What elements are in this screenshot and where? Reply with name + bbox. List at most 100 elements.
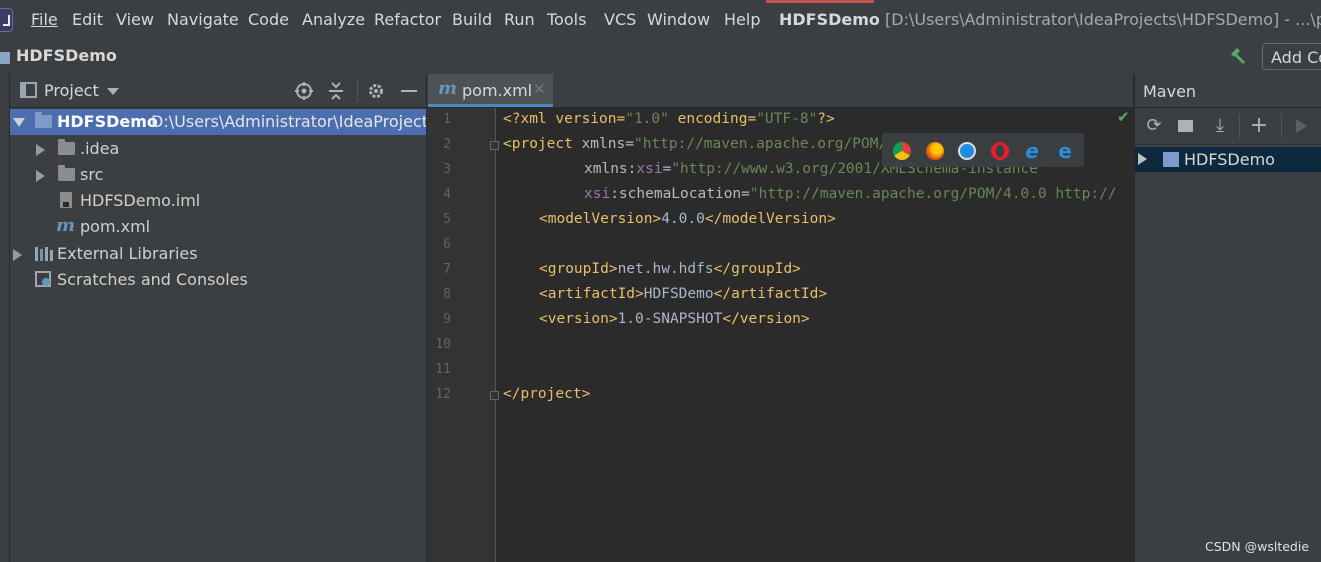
toolbar-divider bbox=[1239, 114, 1240, 138]
collapse-arrow-icon[interactable] bbox=[36, 144, 45, 156]
line-number: 4 bbox=[443, 187, 451, 202]
tree-item-path: D:\Users\Administrator\IdeaProjects\H bbox=[151, 112, 426, 131]
fold-marker-icon[interactable] bbox=[490, 391, 499, 400]
tree-item-label: HDFSDemo.iml bbox=[80, 191, 201, 210]
project-folder-icon bbox=[0, 52, 10, 64]
add-configuration-button[interactable]: Add Co bbox=[1262, 43, 1321, 70]
code-line-8[interactable]: <artifactId>HDFSDemo</artifactId> bbox=[539, 286, 827, 302]
menu-vcs[interactable]: VCS bbox=[604, 10, 636, 29]
tree-item-src[interactable]: src bbox=[10, 162, 426, 188]
maven-panel-header: Maven bbox=[1134, 74, 1321, 107]
tree-item-scratches[interactable]: Scratches and Consoles bbox=[10, 267, 426, 293]
maven-tree bbox=[1134, 145, 1321, 562]
add-icon[interactable]: + bbox=[1248, 115, 1270, 137]
project-view-title[interactable]: Project bbox=[44, 81, 99, 100]
folder-icon bbox=[58, 139, 75, 155]
maven-project-label: HDFSDemo bbox=[1184, 150, 1275, 169]
view-dropdown-icon[interactable] bbox=[107, 88, 119, 95]
window-title: HDFSDemo [D:\Users\Administrator\IdeaPro… bbox=[779, 10, 1321, 29]
line-number: 8 bbox=[443, 287, 451, 302]
tree-item-label: src bbox=[80, 165, 104, 184]
maven-file-icon: m bbox=[438, 78, 458, 99]
menu-window[interactable]: Window bbox=[647, 10, 710, 29]
tree-item-label: External Libraries bbox=[57, 244, 198, 263]
gear-icon[interactable] bbox=[366, 81, 386, 101]
project-view-icon bbox=[20, 82, 37, 98]
menu-navigate[interactable]: Navigate bbox=[167, 10, 239, 29]
tree-item-external-libraries[interactable]: External Libraries bbox=[10, 241, 426, 267]
header-divider bbox=[357, 80, 358, 102]
tab-pom-xml[interactable]: m pom.xml ✕ bbox=[428, 74, 553, 107]
safari-icon[interactable] bbox=[958, 142, 976, 160]
maven-file-icon: m bbox=[56, 215, 76, 236]
edge-icon[interactable]: e bbox=[1056, 141, 1074, 161]
menu-tools[interactable]: Tools bbox=[547, 10, 586, 29]
intellij-logo-icon[interactable] bbox=[0, 8, 13, 32]
collapse-arrow-icon[interactable] bbox=[13, 249, 22, 261]
chrome-icon[interactable] bbox=[893, 142, 911, 160]
firefox-icon[interactable] bbox=[926, 142, 944, 160]
inspection-ok-icon[interactable]: ✔ bbox=[1117, 108, 1130, 126]
menu-view[interactable]: View bbox=[116, 10, 154, 29]
menu-refactor[interactable]: Refactor bbox=[374, 10, 441, 29]
menu-help[interactable]: Help bbox=[724, 10, 760, 29]
line-number: 2 bbox=[443, 137, 451, 152]
code-line-2[interactable]: <project xmlns="http://maven.apache.org/… bbox=[503, 136, 940, 152]
fold-marker-icon[interactable] bbox=[490, 141, 499, 150]
run-icon[interactable] bbox=[1296, 119, 1307, 133]
line-number: 12 bbox=[435, 387, 451, 402]
tree-item-label: .idea bbox=[80, 139, 120, 158]
code-line-5[interactable]: <modelVersion>4.0.0</modelVersion> bbox=[539, 211, 836, 227]
build-hammer-icon[interactable] bbox=[1228, 46, 1248, 66]
tree-item-pom[interactable]: m pom.xml bbox=[10, 214, 426, 240]
tree-item-idea[interactable]: .idea bbox=[10, 136, 426, 162]
expand-arrow-icon[interactable] bbox=[13, 118, 25, 127]
code-line-7[interactable]: <groupId>net.hw.hdfs</groupId> bbox=[539, 261, 801, 277]
maven-title: Maven bbox=[1143, 82, 1197, 101]
maven-project-icon bbox=[1163, 152, 1179, 167]
collapse-all-icon[interactable] bbox=[326, 81, 346, 101]
iml-file-icon bbox=[60, 192, 72, 208]
maven-project-item[interactable]: HDFSDemo bbox=[1135, 147, 1321, 172]
watermark: CSDN @wsltedie bbox=[1205, 539, 1310, 554]
code-line-4[interactable]: xsi:schemaLocation="http://maven.apache.… bbox=[584, 186, 1117, 202]
line-number: 7 bbox=[443, 262, 451, 277]
tree-item-label: Scratches and Consoles bbox=[57, 270, 248, 289]
project-panel-header: Project bbox=[10, 74, 426, 108]
navigation-bar bbox=[0, 40, 1321, 75]
opera-icon[interactable] bbox=[991, 142, 1009, 160]
line-number: 3 bbox=[443, 162, 451, 177]
collapse-arrow-icon[interactable] bbox=[36, 170, 45, 182]
code-line-9[interactable]: <version>1.0-SNAPSHOT</version> bbox=[539, 311, 810, 327]
breadcrumb-project[interactable]: HDFSDemo bbox=[16, 46, 117, 65]
tree-item-label: pom.xml bbox=[80, 217, 151, 236]
download-icon[interactable]: ⤓ bbox=[1209, 115, 1231, 137]
left-tool-stripe[interactable] bbox=[0, 74, 10, 562]
tree-item-label: HDFSDemo bbox=[57, 112, 158, 131]
menu-code[interactable]: Code bbox=[248, 10, 289, 29]
menu-file[interactable]: File bbox=[31, 10, 58, 29]
ie-icon[interactable]: e bbox=[1023, 141, 1041, 161]
code-line-12[interactable]: </project> bbox=[503, 386, 590, 402]
reimport-folder-icon[interactable] bbox=[1176, 115, 1198, 137]
line-number: 1 bbox=[443, 112, 451, 127]
locate-target-icon[interactable] bbox=[294, 81, 314, 101]
menu-build[interactable]: Build bbox=[452, 10, 492, 29]
minimize-icon[interactable] bbox=[401, 90, 417, 92]
scratches-icon bbox=[35, 271, 51, 287]
browser-popup bbox=[882, 133, 1084, 167]
tree-item-hdfsdemo[interactable]: HDFSDemo D:\Users\Administrator\IdeaProj… bbox=[10, 109, 426, 135]
code-line-1[interactable]: <?xml version="1.0" encoding="UTF-8"?> bbox=[503, 111, 835, 127]
menu-edit[interactable]: Edit bbox=[72, 10, 103, 29]
line-number: 11 bbox=[435, 362, 451, 377]
line-number: 10 bbox=[435, 337, 451, 352]
refresh-icon[interactable]: ⟳ bbox=[1143, 115, 1165, 137]
menu-run[interactable]: Run bbox=[504, 10, 535, 29]
close-tab-icon[interactable]: ✕ bbox=[533, 80, 546, 98]
toolbar-divider bbox=[1281, 114, 1282, 138]
tree-item-iml[interactable]: HDFSDemo.iml bbox=[10, 188, 426, 214]
menu-analyze[interactable]: Analyze bbox=[302, 10, 365, 29]
title-accent-bar bbox=[766, 0, 874, 3]
tab-label: pom.xml bbox=[462, 81, 533, 100]
collapse-arrow-icon[interactable] bbox=[1138, 153, 1147, 165]
